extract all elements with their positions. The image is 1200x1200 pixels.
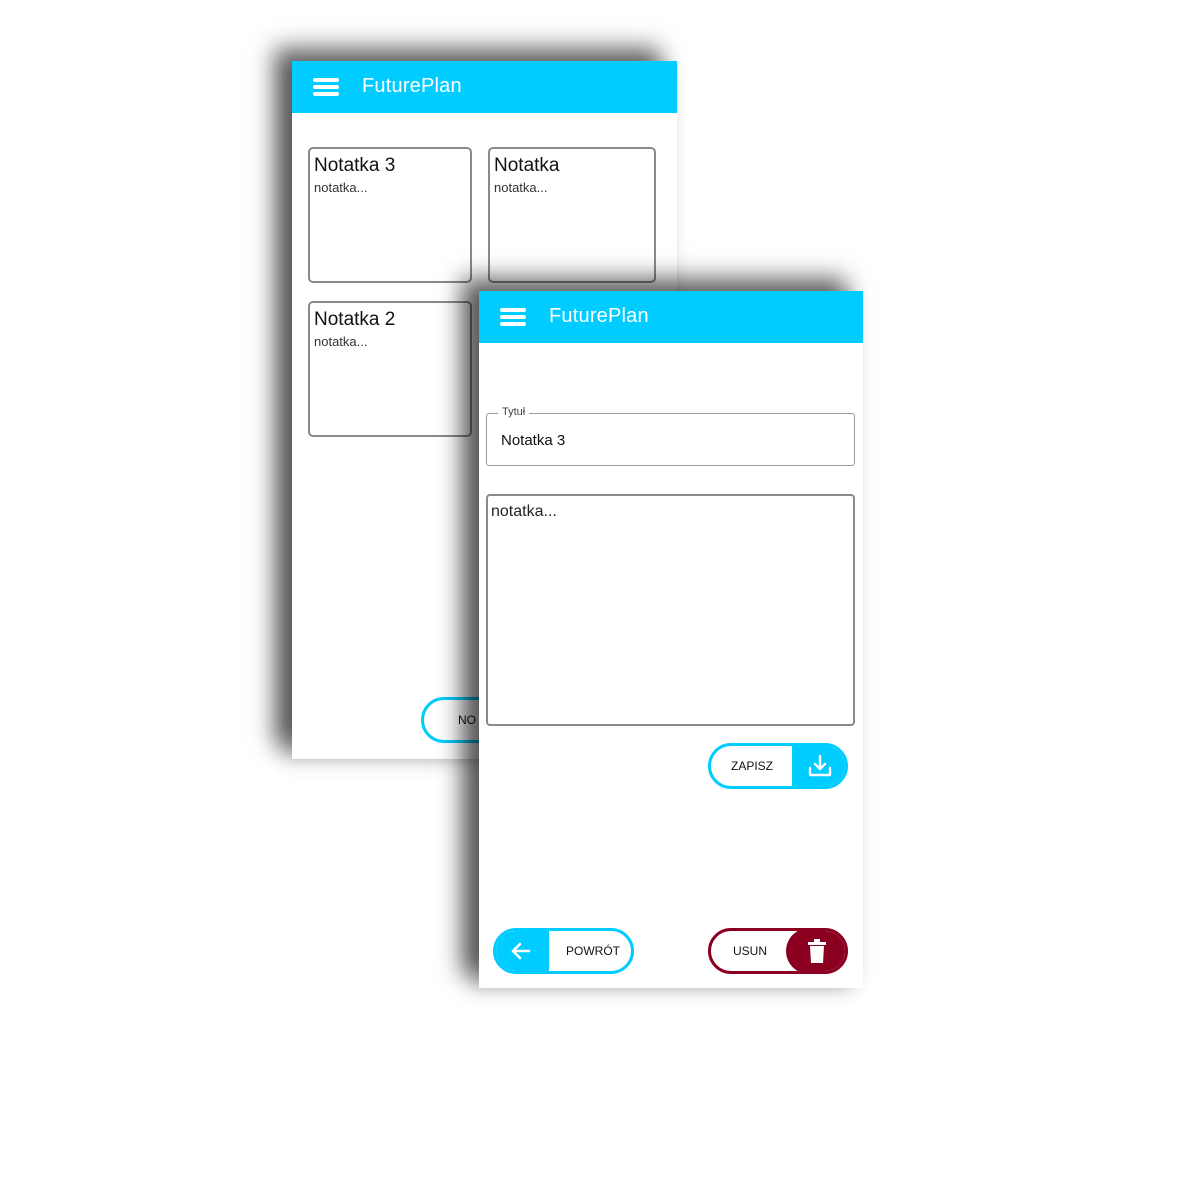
note-content-value: notatka... [491,503,557,520]
back-button-label: POWRÓT [566,944,620,958]
app-title: FuturePlan [362,75,462,97]
note-card[interactable]: Notatka notatka... [488,147,656,283]
menu-icon[interactable] [500,308,526,326]
app-title: FuturePlan [549,305,649,327]
title-field[interactable]: Tytuł Notatka 3 [486,406,855,466]
trash-icon [786,931,845,971]
note-title: Notatka 3 [314,155,396,176]
save-button[interactable]: ZAPISZ [708,743,848,789]
note-title: Notatka 2 [314,309,396,330]
app-bar: FuturePlan [292,61,677,113]
title-field-label: Tytuł [498,406,530,418]
note-preview: notatka... [314,180,368,195]
note-preview: notatka... [494,180,548,195]
save-button-label: ZAPISZ [731,759,774,773]
note-editor-screen: FuturePlan Tytuł Notatka 3 notatka... ZA… [479,291,863,988]
menu-icon[interactable] [313,78,339,96]
note-title: Notatka [494,155,560,176]
app-bar: FuturePlan [479,291,863,343]
note-preview: notatka... [314,334,368,349]
title-field-value: Notatka 3 [501,432,566,449]
arrow-left-icon [496,931,549,971]
back-button[interactable]: POWRÓT [493,928,634,974]
note-card[interactable]: Notatka 3 notatka... [308,147,472,283]
download-icon [792,746,845,786]
note-content-field[interactable]: notatka... [486,494,855,726]
delete-button-label: USUN [733,944,768,958]
new-note-button-label: NO [458,713,476,727]
delete-button[interactable]: USUN [708,928,848,974]
note-card[interactable]: Notatka 2 notatka... [308,301,472,437]
